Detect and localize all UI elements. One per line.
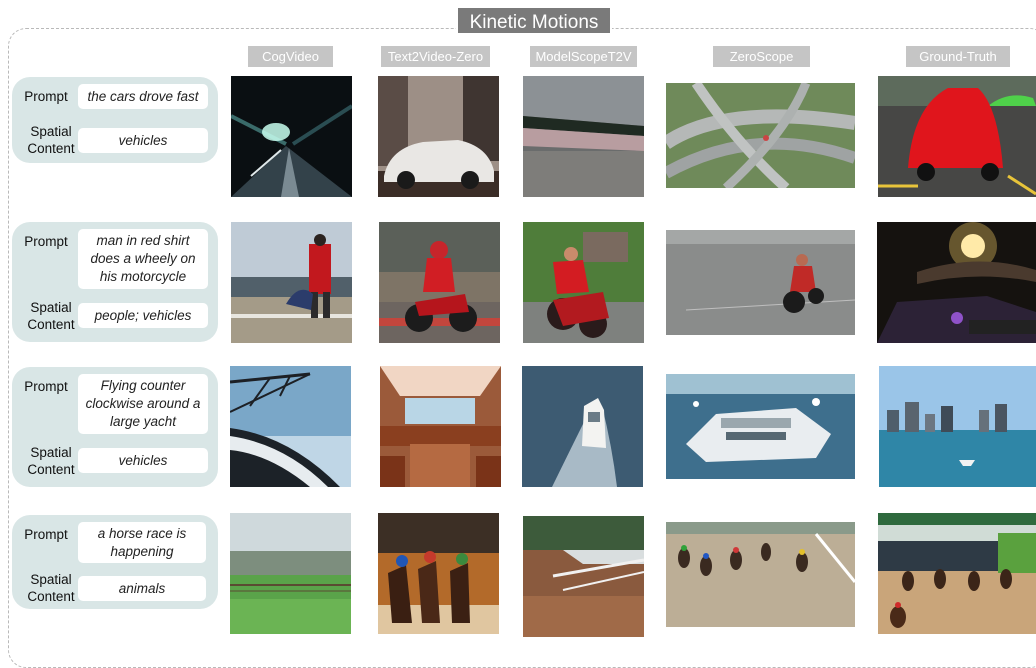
video-frame-thumbnail — [523, 76, 644, 197]
prompt-panel: Prompt Flying counter clockwise around a… — [12, 367, 218, 487]
video-frame-thumbnail — [878, 76, 1036, 197]
prompt-text: man in red shirt does a wheely on his mo… — [78, 229, 208, 289]
figure-title: Kinetic Motions — [456, 6, 612, 35]
spatial-content-text: vehicles — [78, 128, 208, 153]
prompt-label: Prompt — [24, 89, 68, 104]
column-header-modelscopet2v: ModelScopeT2V — [530, 46, 637, 67]
spatial-label: Spatial Content — [27, 124, 75, 156]
prompt-label: Prompt — [24, 379, 68, 394]
video-frame-thumbnail — [378, 513, 499, 634]
video-frame-thumbnail — [522, 366, 643, 487]
prompt-text: a horse race is happening — [78, 522, 206, 563]
video-frame-thumbnail — [523, 222, 644, 343]
video-frame-thumbnail — [523, 516, 644, 637]
video-frame-thumbnail — [231, 222, 352, 343]
prompt-text: Flying counter clockwise around a large … — [78, 374, 208, 434]
prompt-label: Prompt — [24, 527, 68, 542]
video-frame-thumbnail — [878, 513, 1036, 634]
prompt-panel: Prompt a horse race is happening Spatial… — [12, 515, 218, 609]
video-frame-thumbnail — [380, 366, 501, 487]
video-frame-thumbnail — [666, 230, 855, 335]
video-frame-thumbnail — [666, 522, 855, 627]
spatial-label: Spatial Content — [27, 300, 75, 332]
video-frame-thumbnail — [230, 366, 351, 487]
video-frame-thumbnail — [379, 222, 500, 343]
spatial-content-text: people; vehicles — [78, 303, 208, 328]
video-frame-thumbnail — [231, 76, 352, 197]
spatial-content-text: animals — [78, 576, 206, 601]
spatial-label: Spatial Content — [27, 572, 75, 604]
prompt-panel: Prompt man in red shirt does a wheely on… — [12, 222, 218, 342]
spatial-label: Spatial Content — [27, 445, 75, 477]
column-header-text2video-zero: Text2Video-Zero — [381, 46, 490, 67]
column-header-zeroscope: ZeroScope — [713, 46, 810, 67]
spatial-content-text: vehicles — [78, 448, 208, 473]
column-header-cogvideo: CogVideo — [248, 46, 333, 67]
column-header-ground-truth: Ground-Truth — [906, 46, 1010, 67]
video-frame-thumbnail — [666, 374, 855, 479]
video-frame-thumbnail — [378, 76, 499, 197]
prompt-panel: Prompt the cars drove fast Spatial Conten… — [12, 77, 218, 163]
video-frame-thumbnail — [877, 222, 1036, 343]
video-frame-thumbnail — [666, 83, 855, 188]
video-frame-thumbnail — [879, 366, 1036, 487]
prompt-label: Prompt — [24, 234, 68, 249]
video-frame-thumbnail — [230, 513, 351, 634]
prompt-text: the cars drove fast — [78, 84, 208, 109]
